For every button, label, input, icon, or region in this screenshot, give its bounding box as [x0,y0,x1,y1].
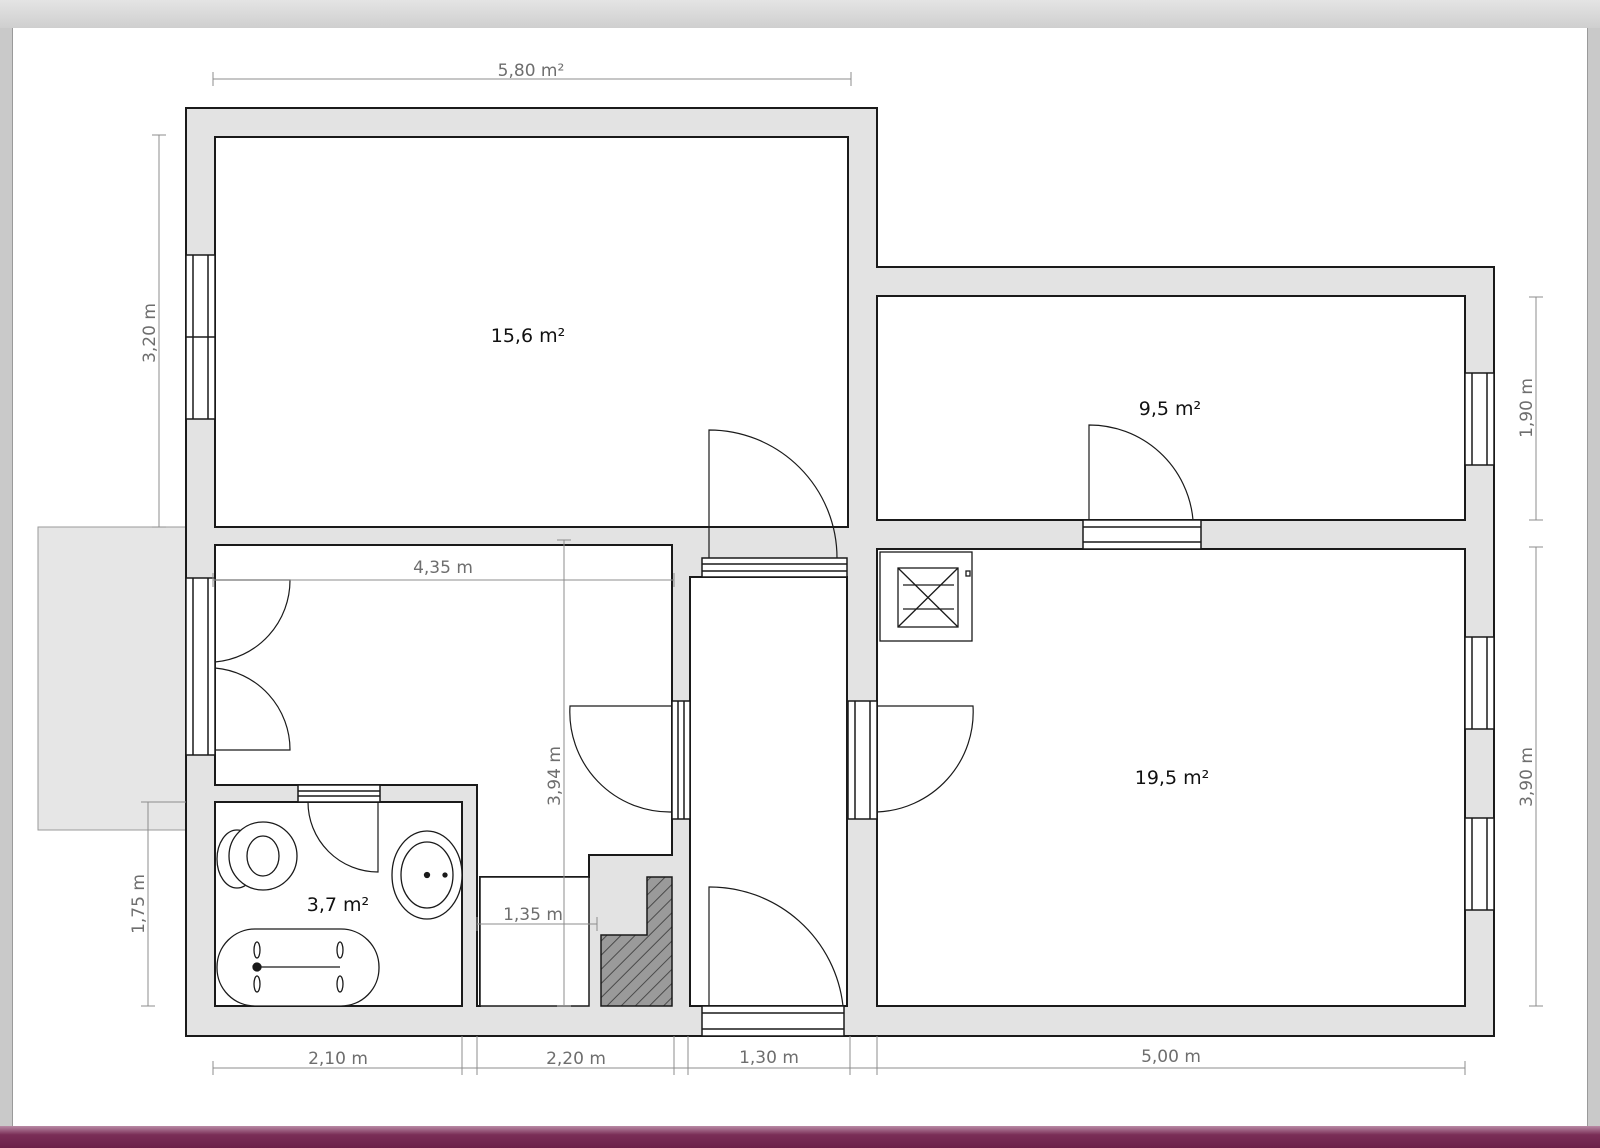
dim-left-upper: 3,20 m [140,303,160,363]
toilet-icon [216,821,298,891]
window-living-right-2 [1464,817,1495,911]
room-corridor [689,576,848,1007]
dim-step-width: 1,35 m [503,905,563,925]
washbasin-icon [391,830,463,920]
dim-right-upper: 1,90 m [1517,378,1537,438]
dim-hall-width: 4,35 m [413,558,473,578]
dim-bottom-3: 1,30 m [739,1048,799,1068]
window-hall-left [185,577,216,756]
dim-left-lower: 1,75 m [129,874,149,934]
window-living-right-1 [1464,636,1495,730]
bathtub-icon [216,928,380,1007]
label-bath-area: 3,7 m² [307,894,369,916]
balcony [37,526,187,831]
dim-bottom-4: 5,00 m [1141,1047,1201,1067]
hall-nook [479,876,590,1007]
dim-top-width: 5,80 m² [498,61,565,81]
label-living-area: 19,5 m² [1135,767,1209,789]
dim-bottom-2: 2,20 m [546,1049,606,1069]
dim-bottom-1: 2,10 m [308,1049,368,1069]
dim-right-lower: 3,90 m [1517,747,1537,807]
window-small-right [1464,372,1495,466]
label-bedroom-area: 15,6 m² [491,325,565,347]
label-small-room-area: 9,5 m² [1139,398,1201,420]
dim-hall-height: 3,94 m [545,746,565,806]
floor-plan: 15,6 m² 9,5 m² 19,5 m² 3,7 m² 5,80 m² 3,… [37,61,1543,1075]
